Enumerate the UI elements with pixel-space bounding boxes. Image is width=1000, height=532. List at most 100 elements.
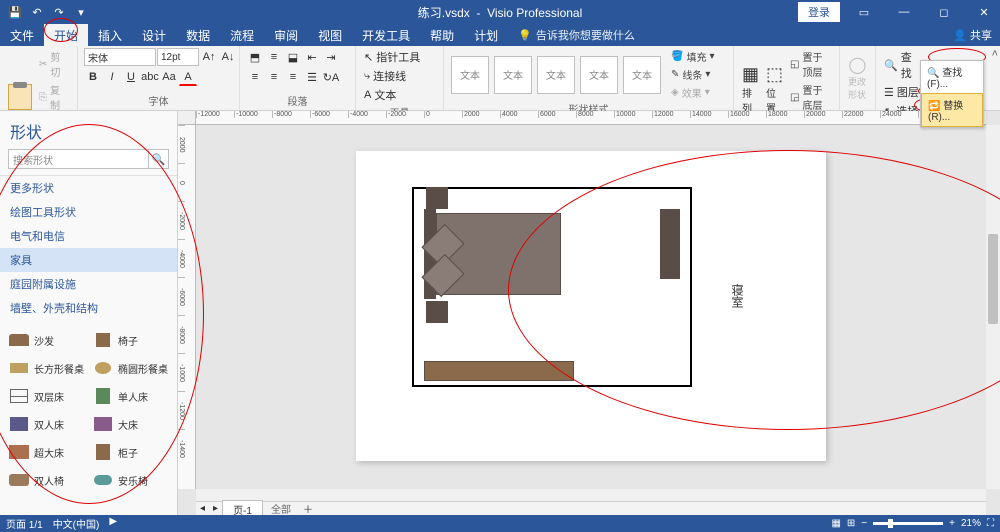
line-button[interactable]: ✎ 线条 ▾	[669, 66, 716, 83]
shape-item[interactable]: 双人椅	[4, 466, 88, 494]
zoom-slider[interactable]	[873, 522, 943, 525]
login-button[interactable]: 登录	[798, 2, 840, 22]
tab-nav-prev[interactable]: ◂	[196, 503, 209, 514]
add-page-icon[interactable]: ＋	[299, 501, 317, 516]
style-preset[interactable]: 文本	[623, 56, 661, 94]
font-color-icon[interactable]: A	[179, 68, 197, 86]
tab-process[interactable]: 流程	[220, 24, 264, 47]
strike-icon[interactable]: abc	[141, 68, 159, 86]
align-button[interactable]: ▦ 排列	[740, 62, 761, 117]
style-preset[interactable]: 文本	[451, 56, 489, 94]
shape-item[interactable]: 超大床	[4, 438, 88, 466]
underline-icon[interactable]: U	[122, 68, 140, 86]
shape-item[interactable]: 椅子	[88, 326, 172, 354]
minimize-icon[interactable]: —	[888, 0, 920, 24]
bring-front-button[interactable]: ◱ 置于顶层	[788, 48, 833, 80]
stencil-item[interactable]: 墙壁、外壳和结构	[0, 296, 177, 320]
status-lang[interactable]: 中文(中国)	[53, 516, 100, 531]
maximize-icon[interactable]: ◻	[928, 0, 960, 24]
view-normal-icon[interactable]: ⊞	[847, 518, 855, 529]
grow-font-icon[interactable]: A↑	[200, 48, 218, 66]
align-center-icon[interactable]: ≡	[265, 68, 283, 86]
change-shape-button[interactable]: ◯ 更改形状	[846, 53, 869, 103]
bullets-icon[interactable]: ☰	[303, 68, 321, 86]
nightstand-shape[interactable]	[426, 301, 448, 323]
zoom-in-icon[interactable]: +	[949, 518, 955, 529]
scrollbar-horizontal[interactable]	[196, 489, 986, 501]
italic-icon[interactable]: I	[103, 68, 121, 86]
scrollbar-vertical[interactable]	[986, 125, 1000, 489]
ribbon-options-icon[interactable]: ▭	[848, 0, 880, 24]
zoom-out-icon[interactable]: −	[861, 518, 867, 529]
tab-design[interactable]: 设计	[132, 24, 176, 47]
tab-home[interactable]: 开始	[44, 24, 88, 47]
style-preset[interactable]: 文本	[580, 56, 618, 94]
shape-item[interactable]: 沙发	[4, 326, 88, 354]
shapes-search-input[interactable]: 搜索形状	[8, 149, 149, 169]
undo-icon[interactable]: ↶	[30, 5, 44, 19]
indent-left-icon[interactable]: ⇤	[303, 48, 321, 66]
copy-button[interactable]: ⎘ 复制	[37, 81, 71, 113]
presentation-icon[interactable]: ▦	[831, 518, 840, 529]
cabinet-shape[interactable]	[424, 361, 574, 381]
bed-shape[interactable]	[424, 209, 564, 299]
stencil-item[interactable]: 更多形状	[0, 176, 177, 200]
tab-nav-next[interactable]: ▸	[209, 503, 222, 514]
style-preset[interactable]: 文本	[494, 56, 532, 94]
align-left-icon[interactable]: ≡	[246, 68, 264, 86]
zoom-level[interactable]: 21%	[961, 518, 981, 529]
indent-right-icon[interactable]: ⇥	[322, 48, 340, 66]
shape-item[interactable]: 柜子	[88, 438, 172, 466]
shape-item[interactable]: 双人床	[4, 410, 88, 438]
nightstand-shape[interactable]	[426, 187, 448, 209]
effects-button[interactable]: ◈ 效果 ▾	[669, 84, 716, 101]
tell-me-search[interactable]: 💡 告诉我你想要做什么	[518, 27, 635, 43]
collapse-ribbon-icon[interactable]: ˄	[992, 48, 998, 60]
align-top-icon[interactable]: ⬒	[246, 48, 264, 66]
font-size-select[interactable]: 12pt	[157, 48, 199, 66]
send-back-button[interactable]: ◲ 置于底层	[788, 81, 833, 113]
stencil-item[interactable]: 家具	[0, 248, 177, 272]
tab-data[interactable]: 数据	[176, 24, 220, 47]
save-icon[interactable]: 💾	[8, 5, 22, 19]
tab-insert[interactable]: 插入	[88, 24, 132, 47]
superscript-icon[interactable]: Aa	[160, 68, 178, 86]
room-shape[interactable]: 寝室	[412, 187, 692, 387]
position-button[interactable]: ⬚ 位置	[764, 62, 785, 117]
shape-item[interactable]: 大床	[88, 410, 172, 438]
shape-item[interactable]: 安乐椅	[88, 466, 172, 494]
replace-menu-item[interactable]: 🔁 替换(R)...	[921, 93, 983, 127]
cut-button[interactable]: ✂ 剪切	[37, 48, 71, 80]
tab-developer[interactable]: 开发工具	[352, 24, 420, 47]
pointer-tool[interactable]: ↖ 指针工具	[362, 48, 422, 66]
macro-icon[interactable]: ▶	[109, 516, 117, 531]
dresser-shape[interactable]	[660, 209, 680, 279]
tab-file[interactable]: 文件	[0, 24, 44, 47]
shape-item[interactable]: 椭圆形餐桌	[88, 354, 172, 382]
shrink-font-icon[interactable]: A↓	[219, 48, 237, 66]
share-button[interactable]: 👤 共享	[953, 27, 992, 43]
tab-review[interactable]: 审阅	[264, 24, 308, 47]
drawing-surface[interactable]: 寝室	[196, 125, 986, 489]
align-middle-icon[interactable]: ≡	[265, 48, 283, 66]
shape-item[interactable]: 长方形餐桌	[4, 354, 88, 382]
align-right-icon[interactable]: ≡	[284, 68, 302, 86]
all-pages[interactable]: 全部	[263, 501, 299, 516]
redo-icon[interactable]: ↷	[52, 5, 66, 19]
connector-tool[interactable]: ⤷ 连接线	[362, 67, 408, 85]
stencil-item[interactable]: 绘图工具形状	[0, 200, 177, 224]
fill-button[interactable]: 🪣 填充 ▾	[669, 48, 716, 65]
tab-plan[interactable]: 计划	[464, 24, 508, 47]
stencil-item[interactable]: 电气和电信	[0, 224, 177, 248]
close-icon[interactable]: ✕	[968, 0, 1000, 24]
shape-item[interactable]: 单人床	[88, 382, 172, 410]
fit-page-icon[interactable]: ⛶	[987, 518, 994, 529]
tab-view[interactable]: 视图	[308, 24, 352, 47]
text-tool[interactable]: A 文本	[362, 86, 398, 104]
qat-dropdown-icon[interactable]: ▾	[74, 5, 88, 19]
bold-icon[interactable]: B	[84, 68, 102, 86]
find-menu-item[interactable]: 🔍 查找(F)...	[921, 61, 983, 93]
search-icon[interactable]: 🔍	[149, 149, 169, 169]
shape-item[interactable]: 双层床	[4, 382, 88, 410]
style-preset[interactable]: 文本	[537, 56, 575, 94]
